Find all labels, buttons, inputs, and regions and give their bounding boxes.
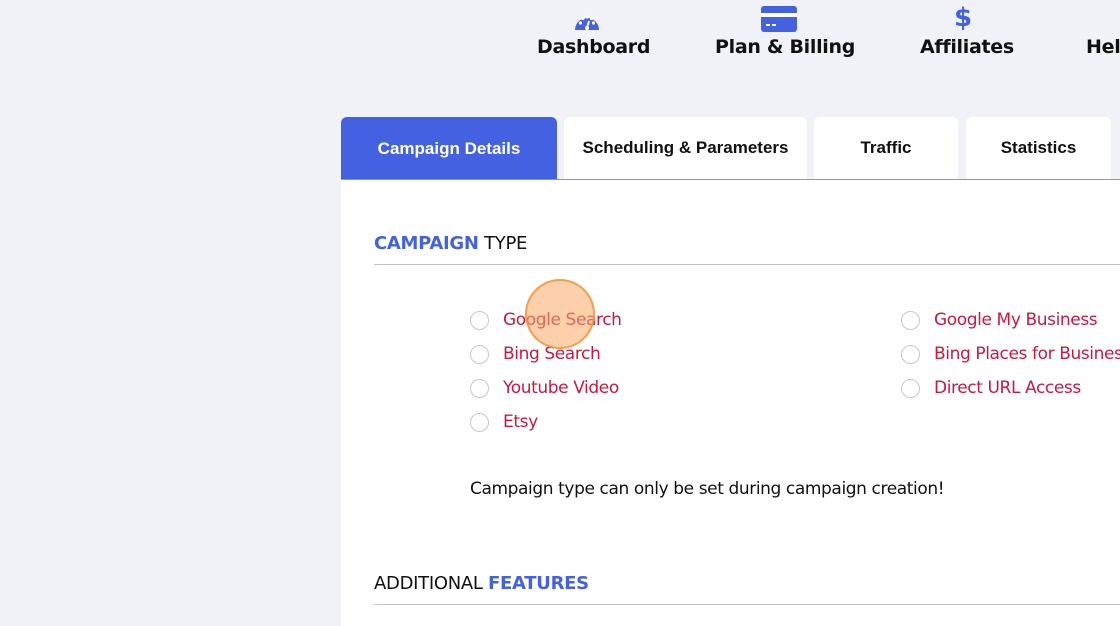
campaign-type-heading-accent: CAMPAIGN	[374, 233, 479, 254]
credit-card-icon	[715, 0, 843, 32]
radio-bing-search[interactable]	[470, 344, 489, 364]
dashboard-gauge-icon	[537, 0, 637, 32]
nav-help-label: Hel	[1086, 36, 1120, 58]
nav-affiliates[interactable]: $ Affiliates	[920, 0, 1014, 58]
radio-youtube-video[interactable]	[470, 378, 489, 398]
tab-traffic[interactable]: Traffic	[814, 117, 958, 179]
option-label: Google My Business	[934, 310, 1098, 330]
tab-scheduling-parameters[interactable]: Scheduling & Parameters	[564, 117, 807, 179]
top-navigation: Dashboard Plan & Billing $ Affiliates He…	[0, 0, 1120, 80]
option-label: Bing Places for Busines	[934, 344, 1120, 364]
additional-features-heading: ADDITIONAL FEATURES	[374, 573, 589, 594]
nav-plan-billing[interactable]: Plan & Billing	[715, 0, 856, 58]
option-label: Google Search	[503, 310, 622, 330]
option-label: Etsy	[503, 412, 538, 432]
option-google-search[interactable]: Google Search	[470, 310, 622, 330]
dollar-icon: $	[953, 3, 973, 33]
radio-etsy[interactable]	[470, 412, 489, 432]
tab-bar: Campaign Details Scheduling & Parameters…	[341, 117, 1120, 180]
campaign-type-heading-rest: TYPE	[484, 233, 528, 254]
option-youtube-video[interactable]: Youtube Video	[470, 378, 619, 398]
option-direct-url-access[interactable]: Direct URL Access	[901, 378, 1081, 398]
nav-dashboard-label: Dashboard	[537, 36, 651, 58]
radio-google-my-business[interactable]	[901, 310, 920, 330]
option-google-my-business[interactable]: Google My Business	[901, 310, 1098, 330]
option-bing-places[interactable]: Bing Places for Busines	[901, 344, 1120, 364]
nav-help[interactable]: Hel	[1086, 0, 1120, 58]
additional-features-divider	[374, 604, 1120, 605]
campaign-type-heading: CAMPAIGN TYPE	[374, 233, 527, 254]
radio-google-search[interactable]	[470, 310, 489, 330]
campaign-type-divider	[374, 264, 1120, 265]
nav-affiliates-label: Affiliates	[920, 36, 1014, 58]
nav-plan-billing-label: Plan & Billing	[715, 36, 856, 58]
campaign-details-panel: CAMPAIGN TYPE Google Search Bing Search …	[341, 180, 1120, 626]
option-etsy[interactable]: Etsy	[470, 412, 538, 432]
option-bing-search[interactable]: Bing Search	[470, 344, 601, 364]
option-label: Youtube Video	[503, 378, 619, 398]
radio-bing-places[interactable]	[901, 344, 920, 364]
option-label: Bing Search	[503, 344, 601, 364]
nav-dashboard[interactable]: Dashboard	[537, 0, 651, 58]
tab-statistics[interactable]: Statistics	[966, 117, 1111, 179]
option-label: Direct URL Access	[934, 378, 1081, 398]
campaign-type-notice: Campaign type can only be set during cam…	[470, 479, 945, 499]
radio-direct-url-access[interactable]	[901, 378, 920, 398]
tab-campaign-details[interactable]: Campaign Details	[341, 117, 557, 180]
additional-features-heading-rest: ADDITIONAL	[374, 573, 483, 594]
additional-features-heading-accent: FEATURES	[488, 573, 589, 594]
